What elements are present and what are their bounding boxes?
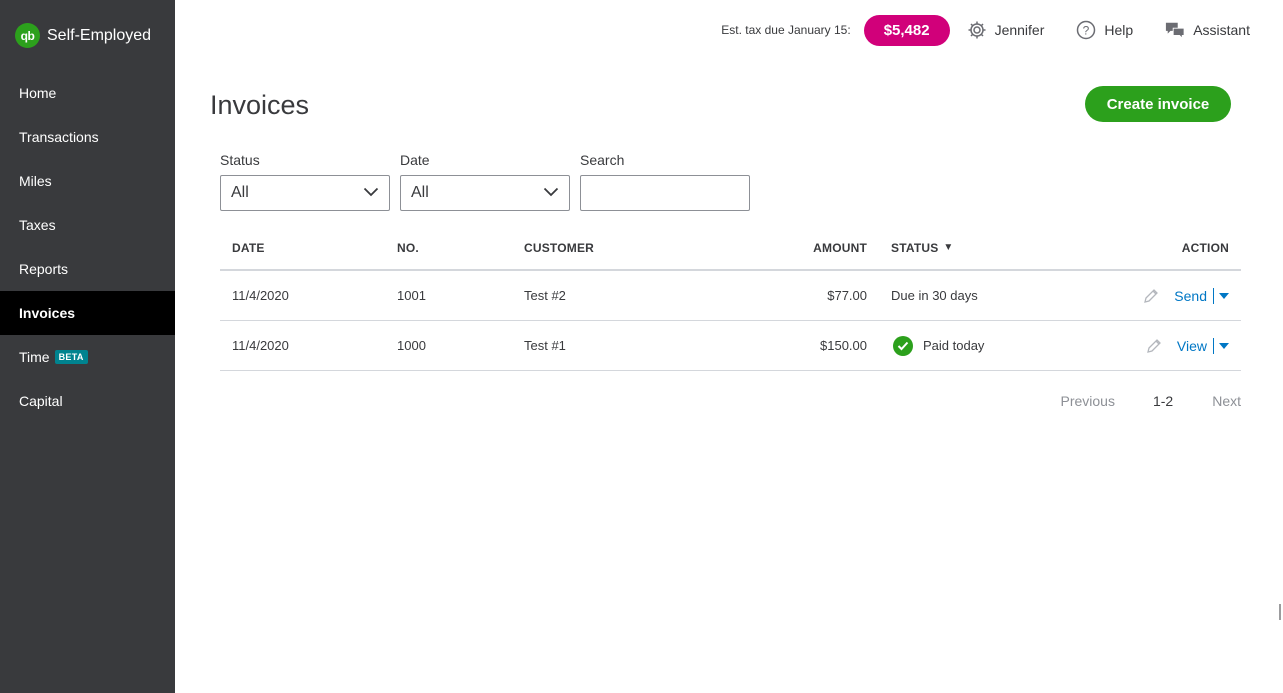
cell-status: Due in 30 days bbox=[891, 288, 978, 303]
caret-down-icon[interactable] bbox=[1219, 342, 1229, 349]
sidebar-item-label: Reports bbox=[19, 261, 69, 277]
previous-page-button[interactable]: Previous bbox=[1061, 393, 1115, 409]
top-bar: Est. tax due January 15: $5,482 Jennifer… bbox=[721, 14, 1283, 46]
chat-bubbles-icon bbox=[1165, 20, 1185, 40]
sidebar-item-label: Miles bbox=[19, 173, 52, 189]
invoices-table: DATE NO. CUSTOMER AMOUNT STATUS ▼ ACTION… bbox=[220, 226, 1241, 371]
send-invoice-link[interactable]: Send bbox=[1174, 288, 1207, 304]
status-filter: Status All bbox=[220, 152, 390, 211]
brand-name: Self-Employed bbox=[47, 26, 152, 44]
cell-status: Paid today bbox=[891, 335, 985, 356]
user-settings-button[interactable]: Jennifer bbox=[967, 20, 1045, 40]
help-circle-icon: ? bbox=[1076, 20, 1096, 40]
sidebar: qb Self-Employed Home Transactions Miles… bbox=[0, 0, 175, 693]
help-label: Help bbox=[1104, 22, 1134, 38]
page-title: Invoices bbox=[210, 90, 310, 120]
cell-date: 11/4/2020 bbox=[232, 288, 289, 303]
chevron-down-icon bbox=[543, 184, 559, 202]
sidebar-nav: Home Transactions Miles Taxes Reports In… bbox=[0, 71, 175, 423]
help-button[interactable]: ? Help bbox=[1076, 20, 1133, 40]
column-header-date[interactable]: DATE bbox=[232, 241, 265, 255]
cell-action: Send bbox=[1142, 287, 1229, 305]
date-filter-label: Date bbox=[400, 152, 430, 168]
cell-no: 1001 bbox=[397, 288, 426, 303]
check-circle-icon bbox=[893, 335, 913, 356]
gear-icon bbox=[967, 20, 987, 40]
column-header-amount[interactable]: AMOUNT bbox=[813, 241, 867, 255]
sidebar-item-taxes[interactable]: Taxes bbox=[0, 203, 175, 247]
brand-logo-text: qb bbox=[20, 28, 35, 43]
column-header-status[interactable]: STATUS ▼ bbox=[891, 241, 954, 255]
sidebar-item-time[interactable]: Time BETA bbox=[0, 335, 175, 379]
table-row[interactable]: 11/4/2020 1001 Test #2 $77.00 Due in 30 … bbox=[220, 271, 1241, 321]
date-select[interactable]: All bbox=[400, 175, 570, 211]
cell-action: View bbox=[1145, 337, 1229, 355]
date-select-value: All bbox=[411, 184, 429, 201]
caret-down-icon[interactable] bbox=[1219, 292, 1229, 299]
next-page-button[interactable]: Next bbox=[1212, 393, 1241, 409]
assistant-button[interactable]: Assistant bbox=[1165, 20, 1250, 40]
brand[interactable]: qb Self-Employed bbox=[15, 23, 151, 48]
cell-customer: Test #1 bbox=[524, 338, 566, 353]
sidebar-item-miles[interactable]: Miles bbox=[0, 159, 175, 203]
column-header-no[interactable]: NO. bbox=[397, 241, 419, 255]
assistant-label: Assistant bbox=[1193, 22, 1250, 38]
column-header-status-label: STATUS bbox=[891, 240, 939, 255]
sidebar-item-label: Time bbox=[19, 349, 50, 365]
table-row[interactable]: 11/4/2020 1000 Test #1 $150.00 Paid toda… bbox=[220, 321, 1241, 371]
sidebar-item-capital[interactable]: Capital bbox=[0, 379, 175, 423]
beta-badge: BETA bbox=[54, 350, 88, 364]
date-filter: Date All bbox=[400, 152, 570, 211]
sidebar-item-reports[interactable]: Reports bbox=[0, 247, 175, 291]
sort-desc-icon: ▼ bbox=[943, 242, 954, 253]
sidebar-item-label: Taxes bbox=[19, 217, 56, 233]
cell-amount: $77.00 bbox=[827, 288, 867, 303]
sidebar-item-transactions[interactable]: Transactions bbox=[0, 115, 175, 159]
status-select-value: All bbox=[231, 184, 249, 201]
text-cursor-icon bbox=[1279, 603, 1283, 621]
column-header-customer[interactable]: CUSTOMER bbox=[524, 241, 594, 255]
user-name: Jennifer bbox=[994, 22, 1045, 38]
sidebar-item-invoices[interactable]: Invoices bbox=[0, 291, 175, 335]
status-text: Paid today bbox=[923, 338, 985, 353]
status-filter-label: Status bbox=[220, 152, 260, 168]
chevron-down-icon bbox=[363, 184, 379, 202]
cell-date: 11/4/2020 bbox=[232, 338, 289, 353]
pagination: Previous 1-2 Next bbox=[1061, 393, 1242, 409]
sidebar-item-label: Transactions bbox=[19, 129, 99, 145]
action-divider bbox=[1213, 337, 1214, 354]
page-range: 1-2 bbox=[1152, 393, 1174, 409]
create-invoice-button[interactable]: Create invoice bbox=[1085, 86, 1231, 122]
search-input[interactable] bbox=[580, 175, 750, 211]
cell-no: 1000 bbox=[397, 338, 426, 353]
tax-due-label: Est. tax due January 15: bbox=[721, 23, 851, 37]
cell-customer: Test #2 bbox=[524, 288, 566, 303]
action-divider bbox=[1213, 287, 1214, 304]
view-invoice-link[interactable]: View bbox=[1177, 338, 1207, 354]
sidebar-item-label: Home bbox=[19, 85, 57, 101]
sidebar-item-label: Capital bbox=[19, 393, 63, 409]
sidebar-item-label: Invoices bbox=[19, 305, 76, 321]
svg-text:?: ? bbox=[1083, 24, 1090, 38]
pencil-icon[interactable] bbox=[1145, 337, 1163, 355]
search-filter: Search bbox=[580, 152, 750, 211]
table-header-row: DATE NO. CUSTOMER AMOUNT STATUS ▼ ACTION bbox=[220, 226, 1241, 271]
pencil-icon[interactable] bbox=[1142, 287, 1160, 305]
search-filter-label: Search bbox=[580, 152, 625, 168]
sidebar-item-home[interactable]: Home bbox=[0, 71, 175, 115]
status-text: Due in 30 days bbox=[891, 288, 978, 303]
quickbooks-logo-icon: qb bbox=[15, 23, 40, 48]
tax-amount-badge[interactable]: $5,482 bbox=[863, 14, 950, 46]
status-select[interactable]: All bbox=[220, 175, 390, 211]
column-header-action: ACTION bbox=[1181, 240, 1229, 255]
cell-amount: $150.00 bbox=[820, 338, 867, 353]
